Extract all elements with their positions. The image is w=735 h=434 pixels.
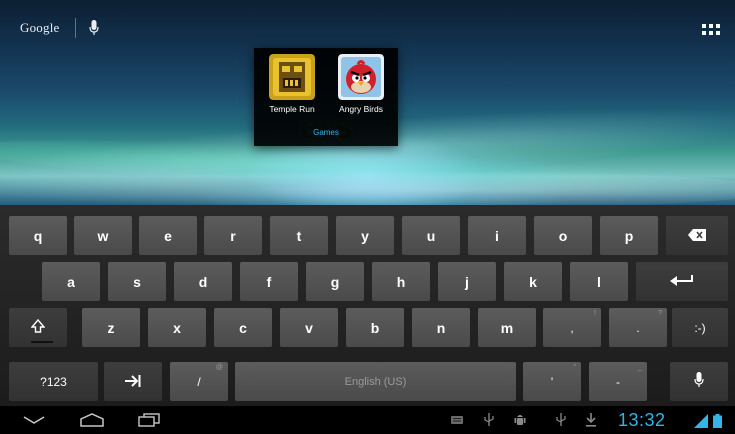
games-folder-popup: Temple Run Angry Birds Games: [254, 48, 398, 146]
key-hint: @: [215, 364, 223, 371]
usb-debugging-icon[interactable]: [513, 413, 527, 427]
key-label: :-): [694, 320, 706, 335]
key-u[interactable]: u: [402, 216, 460, 255]
key-g[interactable]: g: [306, 262, 364, 301]
home-screen: Google ers Tem: [0, 0, 735, 205]
key-y[interactable]: y: [336, 216, 394, 255]
shift-icon: [30, 318, 46, 336]
tab-key[interactable]: [104, 362, 162, 401]
tab-icon: [125, 374, 141, 390]
key-a[interactable]: a: [42, 262, 100, 301]
key-v[interactable]: v: [280, 308, 338, 347]
recent-apps-icon[interactable]: [136, 410, 162, 430]
space-label: English (US): [344, 375, 407, 388]
key-label: ?123: [40, 374, 67, 389]
key-hint: ": [573, 364, 577, 371]
all-apps-icon[interactable]: [702, 22, 720, 36]
key-hint: _: [638, 364, 642, 371]
key-l[interactable]: l: [570, 262, 628, 301]
temple-run-icon[interactable]: [269, 54, 315, 100]
key-j[interactable]: j: [438, 262, 496, 301]
google-search-bar[interactable]: Google: [20, 16, 100, 40]
battery-icon: [713, 414, 722, 433]
download-icon[interactable]: [584, 413, 598, 427]
key-label: -: [616, 374, 620, 389]
clock[interactable]: 13:32: [618, 410, 666, 431]
app-label: Temple Run: [269, 104, 315, 114]
space-key[interactable]: English (US): [235, 362, 516, 401]
key-label: ': [550, 374, 554, 389]
key-slash[interactable]: / @: [170, 362, 228, 401]
key-b[interactable]: b: [346, 308, 404, 347]
key-c[interactable]: c: [214, 308, 272, 347]
key-d[interactable]: d: [174, 262, 232, 301]
key-label: .: [636, 320, 640, 335]
key-label: /: [197, 374, 201, 389]
key-k[interactable]: k: [504, 262, 562, 301]
key-w[interactable]: w: [74, 216, 132, 255]
backspace-icon: [688, 228, 706, 244]
hide-keyboard-icon[interactable]: [22, 410, 46, 430]
key-h[interactable]: h: [372, 262, 430, 301]
key-apostrophe[interactable]: ' ": [523, 362, 581, 401]
usb-icon[interactable]: [482, 413, 496, 427]
key-x[interactable]: x: [148, 308, 206, 347]
voice-search-icon[interactable]: [88, 19, 100, 37]
voice-input-key[interactable]: [670, 362, 728, 401]
key-z[interactable]: z: [82, 308, 140, 347]
key-period[interactable]: . ?: [609, 308, 667, 347]
backspace-key[interactable]: [666, 216, 728, 255]
key-i[interactable]: i: [468, 216, 526, 255]
key-hyphen[interactable]: - _: [589, 362, 647, 401]
app-label: Angry Birds: [339, 104, 383, 114]
key-t[interactable]: t: [270, 216, 328, 255]
numbers-symbols-key[interactable]: ?123: [9, 362, 98, 401]
app-temple-run[interactable]: Temple Run: [260, 54, 324, 114]
key-r[interactable]: r: [204, 216, 262, 255]
key-comma[interactable]: , !: [543, 308, 601, 347]
search-divider: [75, 18, 77, 38]
key-p[interactable]: p: [600, 216, 658, 255]
google-search-label[interactable]: Google: [20, 20, 59, 36]
smiley-key[interactable]: :-): [672, 308, 728, 347]
shift-key[interactable]: [9, 308, 67, 347]
angry-birds-icon[interactable]: [338, 54, 384, 100]
key-f[interactable]: f: [240, 262, 298, 301]
key-hint: ?: [658, 310, 662, 317]
keyboard-notification-icon[interactable]: [450, 413, 464, 427]
wallpaper-light-streak: [0, 170, 735, 205]
key-e[interactable]: e: [139, 216, 197, 255]
signal-icon: [694, 414, 712, 433]
on-screen-keyboard: q w e r t y u i o p a s d f g h j k l z …: [0, 205, 735, 406]
key-label: ,: [570, 320, 574, 335]
key-o[interactable]: o: [534, 216, 592, 255]
enter-key[interactable]: [636, 262, 728, 301]
system-bar: 13:32: [0, 406, 735, 434]
shift-indicator: [31, 341, 53, 343]
enter-icon: [670, 274, 694, 290]
usb-connected-icon[interactable]: [554, 413, 568, 427]
microphone-icon: [694, 372, 704, 391]
key-q[interactable]: q: [9, 216, 67, 255]
key-hint: !: [594, 310, 596, 317]
key-n[interactable]: n: [412, 308, 470, 347]
folder-name[interactable]: Games: [254, 128, 398, 137]
key-s[interactable]: s: [108, 262, 166, 301]
home-icon[interactable]: [78, 410, 106, 430]
key-m[interactable]: m: [478, 308, 536, 347]
app-angry-birds[interactable]: Angry Birds: [329, 54, 393, 114]
signal-battery-indicator[interactable]: [694, 414, 724, 428]
